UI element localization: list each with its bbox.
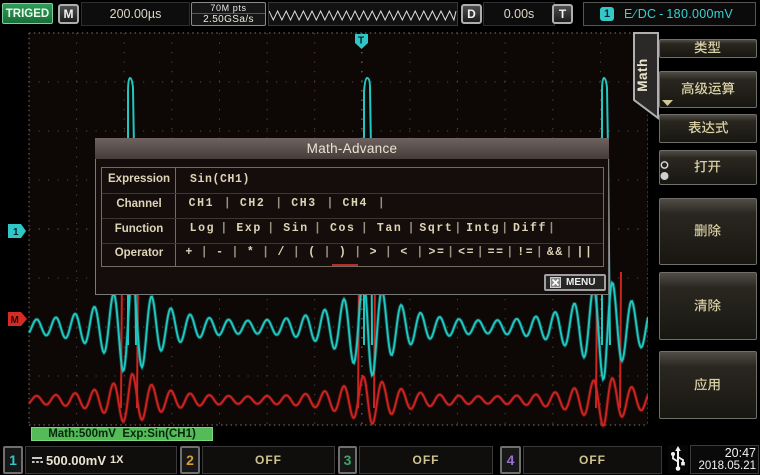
svg-text:T: T <box>358 36 364 47</box>
svg-text:1: 1 <box>13 227 19 238</box>
svg-text:Math: Math <box>635 58 650 92</box>
svg-text:M: M <box>11 315 19 326</box>
